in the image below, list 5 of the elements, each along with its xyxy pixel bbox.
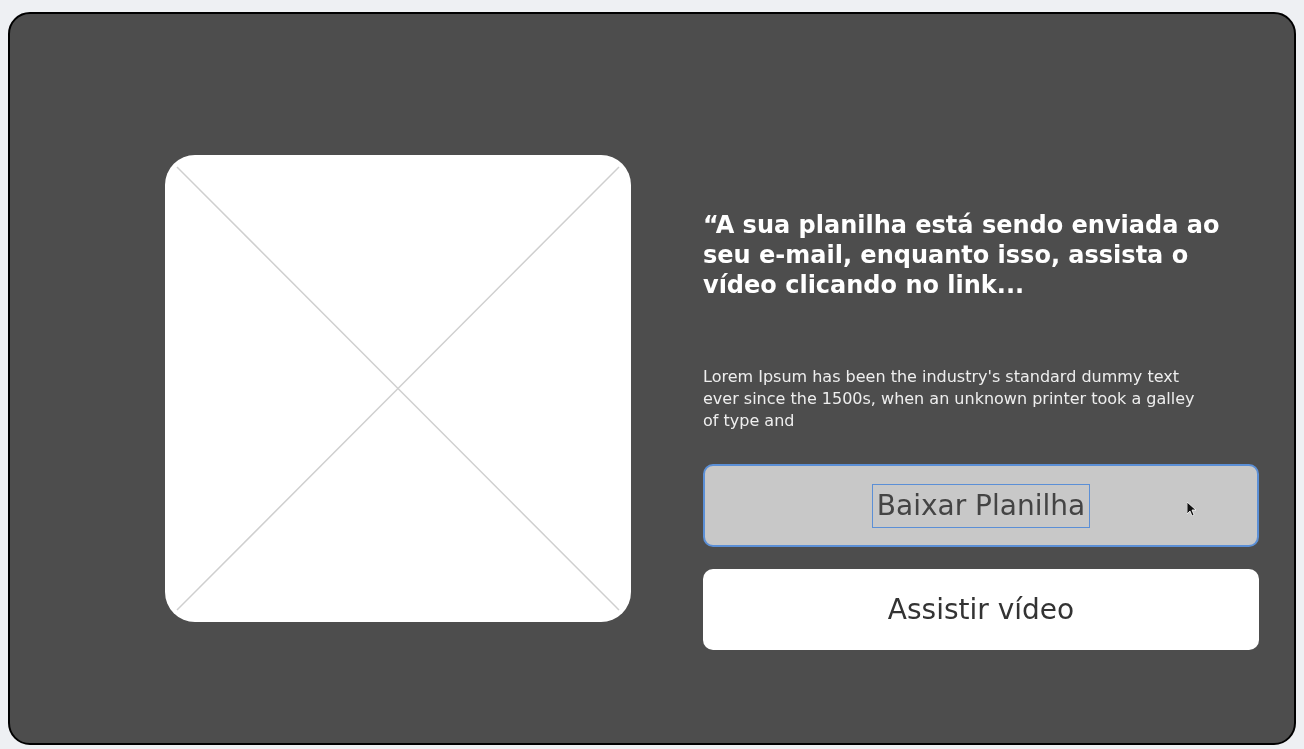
action-button[interactable]: Assistir vídeo <box>703 569 1259 650</box>
cursor-icon <box>1187 502 1197 516</box>
heading: “A sua planilha está sendo enviada ao seu e-mail, enquanto isso, assista o vídeo clicando no link... <box>703 210 1221 300</box>
body-text: Lorem Ipsum has been the industry's standard dummy text ever since the 1500s, when an unknown printer took a galley of type and <box>703 366 1196 432</box>
action-button[interactable]: Baixar Planilha <box>703 464 1259 547</box>
